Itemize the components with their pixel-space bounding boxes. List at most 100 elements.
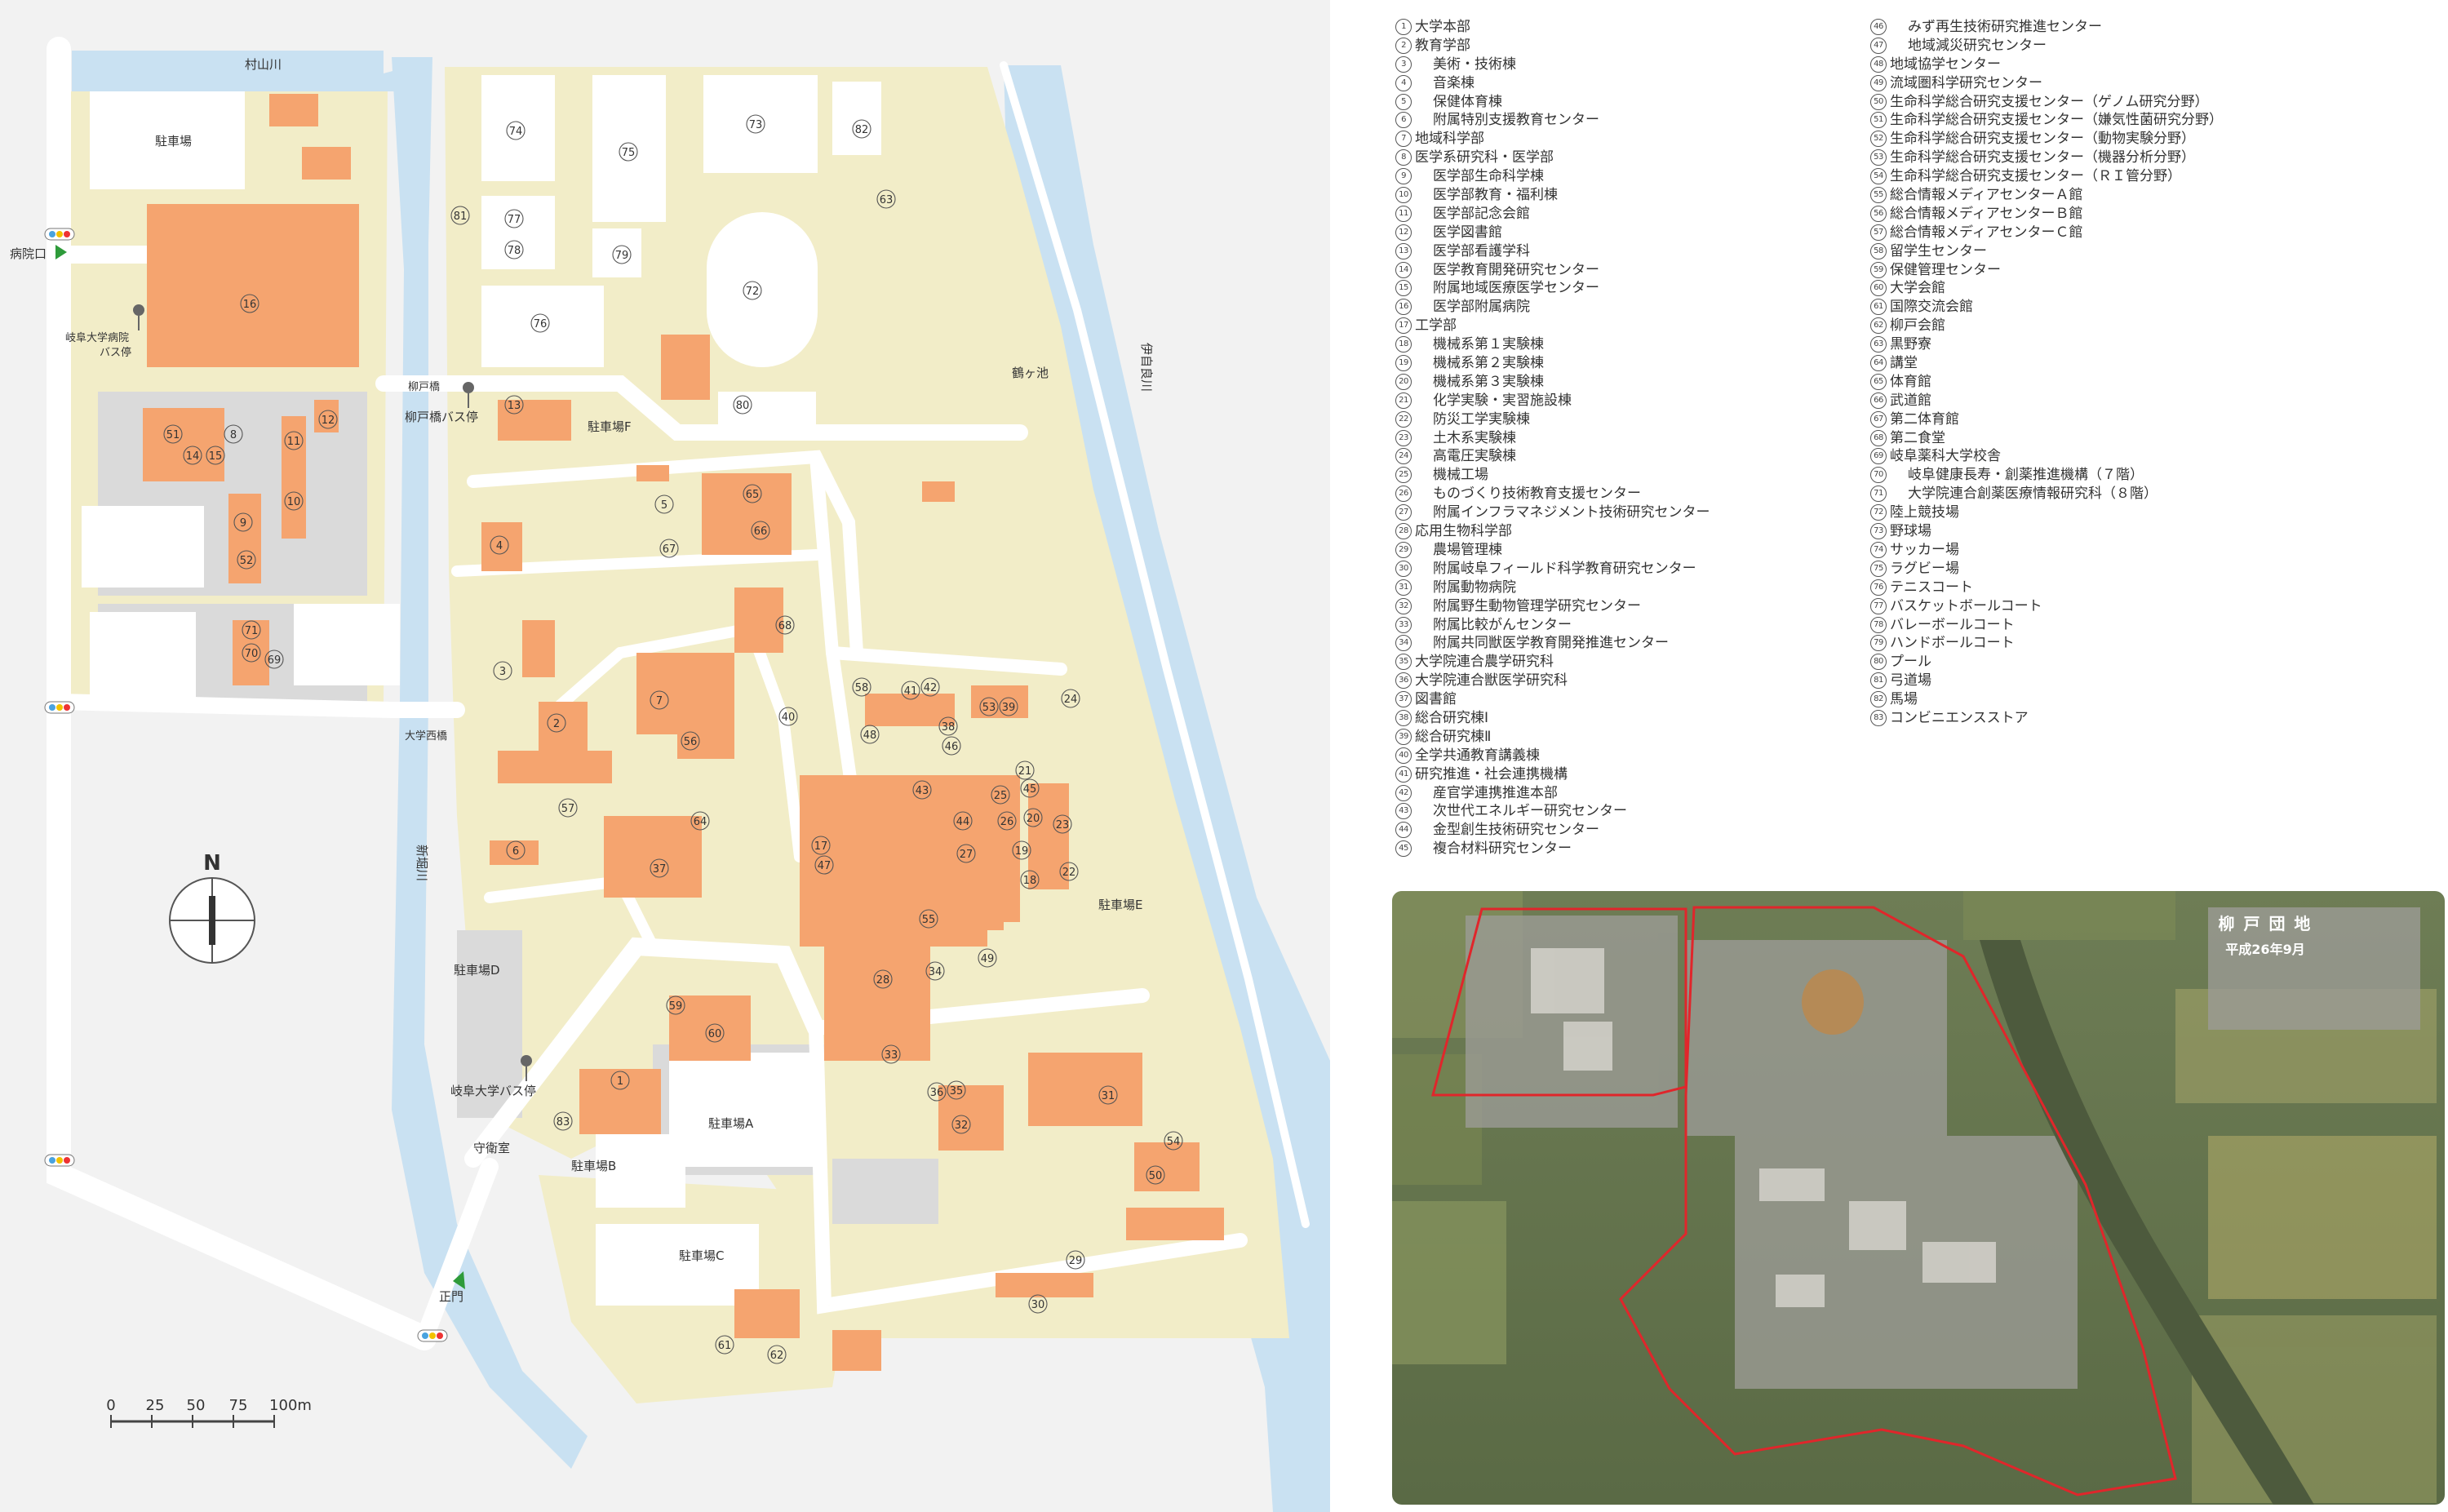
- legend-name: 機械系第２実験棟: [1433, 355, 1544, 372]
- legend-item: 21 化学実験・実習施設棟: [1395, 392, 1901, 410]
- legend-number: 26: [1395, 486, 1412, 503]
- legend-number: 62: [1870, 317, 1887, 335]
- legend-item: 63 黒野寮: [1870, 335, 2376, 354]
- legend-item: 61 国際交流会館: [1870, 298, 2376, 317]
- svg-text:23: 23: [1056, 819, 1070, 831]
- legend-name: 生命科学総合研究支援センター（嫌気性菌研究分野）: [1890, 112, 2223, 129]
- legend-name: 保健管理センター: [1890, 261, 2001, 278]
- legend-name: 医学部記念会館: [1433, 205, 1530, 222]
- svg-text:65: 65: [746, 489, 760, 501]
- legend-number: 15: [1395, 280, 1412, 297]
- legend-number: 49: [1870, 74, 1887, 91]
- svg-text:59: 59: [669, 1000, 683, 1013]
- legend-name: コンビニエンスストア: [1890, 709, 2029, 726]
- legend-number: 14: [1395, 261, 1412, 278]
- svg-text:13: 13: [508, 400, 521, 412]
- svg-text:46: 46: [945, 741, 959, 753]
- legend-name: 附属比較がんセンター: [1433, 616, 1572, 633]
- legend-name: 岐阜健康長寿・創薬推進機構（７階）: [1908, 467, 2144, 484]
- legend-number: 80: [1870, 654, 1887, 671]
- building-legend: 1 大学本部 2 教育学部 3 美術・技術棟 4 音楽棟 5 保健体育棟 6 附属特別支援教育センター…: [1395, 18, 2415, 883]
- legend-number: 59: [1870, 261, 1887, 278]
- label-yanagido-bridge: 柳戸橋: [408, 381, 440, 393]
- legend-column-1: 1 大学本部 2 教育学部 3 美術・技術棟 4 音楽棟 5 保健体育棟 6 附属特別支援教育センター…: [1395, 18, 1901, 858]
- legend-number: 25: [1395, 467, 1412, 484]
- legend-item: 77 バスケットボールコート: [1870, 597, 2376, 616]
- legend-number: 5: [1395, 93, 1412, 110]
- legend-item: 14 医学教育開発研究センター: [1395, 261, 1901, 280]
- svg-text:75: 75: [229, 1397, 248, 1414]
- legend-number: 19: [1395, 355, 1412, 372]
- legend-number: 22: [1395, 410, 1412, 428]
- legend-name: 大学本部: [1415, 19, 1470, 35]
- svg-text:61: 61: [718, 1340, 732, 1352]
- legend-item: 42 産官学連携推進本部: [1395, 784, 1901, 803]
- legend-name: 地域減災研究センター: [1908, 37, 2047, 54]
- north-label: N: [203, 851, 221, 876]
- legend-name: 工学部: [1415, 317, 1457, 335]
- legend-name: 生命科学総合研究支援センター（ＲＩ管分野）: [1890, 168, 2181, 185]
- legend-item: 76 テニスコート: [1870, 579, 2376, 597]
- svg-text:9: 9: [240, 517, 246, 530]
- legend-name: 附属野生動物管理学研究センター: [1433, 597, 1641, 614]
- label-hospital-gate: 病院口: [10, 246, 47, 261]
- legend-item: 51 生命科学総合研究支援センター（嫌気性菌研究分野）: [1870, 111, 2376, 130]
- legend-item: 48 地域協学センター: [1870, 55, 2376, 74]
- legend-number: 11: [1395, 205, 1412, 222]
- legend-number: 74: [1870, 541, 1887, 558]
- legend-item: 67 第二体育館: [1870, 410, 2376, 429]
- svg-text:58: 58: [855, 682, 869, 694]
- legend-item: 10 医学部教育・福利棟: [1395, 186, 1901, 205]
- legend-name: 講堂: [1890, 355, 1918, 372]
- legend-item: 47 地域減災研究センター: [1870, 37, 2376, 55]
- legend-number: 71: [1870, 486, 1887, 503]
- legend-item: 38 総合研究棟Ⅰ: [1395, 709, 1901, 728]
- legend-item: 7 地域科学部: [1395, 130, 1901, 149]
- aerial-photo: 柳 戸 団 地 平成26年9月: [1392, 891, 2445, 1505]
- aerial-photo-image: [1392, 891, 2445, 1505]
- legend-number: 23: [1395, 429, 1412, 446]
- legend-item: 6 附属特別支援教育センター: [1395, 111, 1901, 130]
- legend-name: 生命科学総合研究支援センター（機器分析分野）: [1890, 149, 2195, 166]
- legend-item: 11 医学部記念会館: [1395, 205, 1901, 224]
- svg-text:26: 26: [1000, 816, 1014, 828]
- legend-number: 66: [1870, 392, 1887, 409]
- label-parking-top: 駐車場: [155, 134, 192, 149]
- legend-name: 大学会館: [1890, 280, 1945, 297]
- label-hospital-bus-1: 岐阜大学病院: [65, 331, 129, 344]
- legend-item: 52 生命科学総合研究支援センター（動物実験分野）: [1870, 130, 2376, 149]
- legend-name: 留学生センター: [1890, 242, 1987, 259]
- legend-number: 75: [1870, 560, 1887, 577]
- legend-number: 83: [1870, 709, 1887, 726]
- svg-text:0: 0: [106, 1397, 115, 1414]
- legend-item: 23 土木系実験棟: [1395, 429, 1901, 448]
- label-yanagido-bus: 柳戸橋バス停: [405, 410, 478, 424]
- svg-text:12: 12: [322, 415, 335, 427]
- label-parking-c: 駐車場C: [679, 1248, 724, 1263]
- legend-name: 附属岐阜フィールド科学教育研究センター: [1433, 560, 1696, 577]
- legend-item: 80 プール: [1870, 653, 2376, 672]
- legend-number: 67: [1870, 410, 1887, 428]
- svg-text:16: 16: [243, 299, 257, 311]
- svg-text:44: 44: [956, 816, 970, 828]
- legend-number: 18: [1395, 336, 1412, 353]
- legend-name: 医学部附属病院: [1433, 299, 1530, 316]
- svg-text:74: 74: [509, 126, 523, 138]
- legend-number: 77: [1870, 597, 1887, 614]
- legend-number: 38: [1395, 709, 1412, 726]
- svg-text:60: 60: [708, 1028, 722, 1040]
- svg-text:72: 72: [746, 286, 760, 298]
- svg-text:69: 69: [268, 654, 282, 667]
- svg-text:32: 32: [955, 1120, 969, 1132]
- svg-text:78: 78: [508, 245, 521, 257]
- legend-number: 28: [1395, 523, 1412, 540]
- legend-number: 10: [1395, 187, 1412, 204]
- legend-item: 75 ラグビー場: [1870, 560, 2376, 579]
- legend-name: 総合情報メディアセンターＣ館: [1890, 224, 2083, 241]
- label-gifu-univ-bus: 岐阜大学バス停: [450, 1084, 536, 1098]
- legend-number: 27: [1395, 504, 1412, 521]
- legend-column-2: 46 みず再生技術研究推進センター 47 地域減災研究センター 48 地域協学センター 49…: [1870, 18, 2376, 728]
- label-guard-room: 守衛室: [473, 1141, 510, 1155]
- legend-name: 総合情報メディアセンターＡ館: [1890, 187, 2083, 204]
- legend-item: 39 総合研究棟Ⅱ: [1395, 728, 1901, 747]
